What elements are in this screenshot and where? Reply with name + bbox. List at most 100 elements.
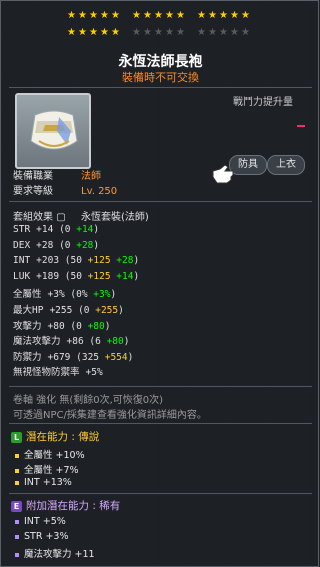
potential-line: 全屬性 +10% [15,447,85,461]
equip-type-button[interactable]: 上衣 [267,155,305,175]
epic-badge-icon: E [11,501,22,512]
stat-breakdown: (0 [78,305,96,316]
star-group: ★ ★ ★ ★ ★ [67,11,122,24]
stat-total: +80 [47,320,71,332]
stat-name: INT [13,255,31,267]
stat-total: +189 [36,270,65,282]
set-effect-label: 套組效果 ▢ [13,212,66,223]
star-icon: ★ [154,10,163,21]
star-icon: ★ [100,27,109,38]
stat-breakdown: (0 [59,224,77,235]
stat-row: 防禦力 +679 (325 +554) [13,349,133,363]
stat-breakdown: (325 [76,351,105,363]
divider [9,386,312,387]
item-name: 永恆法師長袍 [118,54,203,70]
stat-row: DEX +28 (0 +28) [13,240,99,251]
bullet-icon [15,519,19,524]
stat-bonus: +80 [87,320,105,332]
stat-total: +255 [49,305,79,316]
divider [9,493,312,494]
stat-name: 攻擊力 [13,320,42,332]
star-icon: ★ [219,27,228,38]
stat-bonus: +28 [76,239,94,251]
set-effect-row: 套組效果 ▢ 永恆套裝(法師) [13,208,149,223]
star-icon: ★ [241,27,250,38]
required-level-row: 要求等級 Lv. 250 [13,186,118,197]
stat-bonus: +255 [95,305,119,316]
stat-breakdown: ) [123,336,130,348]
star-icon: ★ [100,10,109,21]
combat-power-indicator [297,125,305,127]
hand-cursor-icon [212,164,234,184]
stat-row: 魔法攻擊力 +86 (6 +80) [13,333,129,347]
stat-breakdown: (0 [59,239,77,251]
set-effect-value: 永恆套裝(法師) [81,212,149,223]
star-group: ★ ★ ★ ★ ★ [67,28,122,41]
stat-name: STR [13,224,31,235]
divider [9,423,312,424]
star-icon: ★ [132,27,141,38]
item-icon [15,93,91,169]
potential-line: STR +3% [15,531,69,542]
stat-breakdown: ) [93,224,100,235]
potential-line: 全屬性 +7% [15,462,79,476]
stat-breakdown: (6 [89,336,107,348]
stat-bonus: +3% [93,289,111,301]
star-group: ★ ★ ★ ★ ★ [197,28,252,41]
potential-line: INT +5% [15,516,66,527]
bullet-icon [15,453,19,458]
stat-bonus: +14 [116,270,134,282]
star-icon: ★ [165,10,174,21]
stat-name: 魔法攻擊力 [13,336,61,348]
item-tooltip: ★ ★ ★ ★ ★ ★ ★ ★ ★ ★ ★ ★ ★ ★ ★ ★ ★ ★ ★ ★ ★ ★ ★ ★ ★ ★ ★ ★ ★ ★ 永恆法師長袍 裝… [0,0,319,567]
stat-row: STR +14 (0 +14) [13,224,99,235]
stat-bonus: +28 [116,255,134,267]
star-icon: ★ [230,27,239,38]
star-icon: ★ [78,10,87,21]
star-icon: ★ [176,10,185,21]
star-icon: ★ [154,27,163,38]
star-icon: ★ [67,27,76,38]
star-icon: ★ [176,27,185,38]
star-icon: ★ [219,10,228,21]
potential-text: 全屬性 +7% [24,465,79,476]
stat-name: LUK [13,270,31,282]
stat-breakdown: ) [110,289,117,301]
stat-name: 最大HP [13,305,44,316]
stat-breakdown: (50 [64,270,88,282]
stat-name: 無視怪物防禦率 [13,367,80,379]
stat-breakdown: (0 [70,320,88,332]
star-icon: ★ [241,10,250,21]
star-icon: ★ [132,10,141,21]
potential-text: STR +3% [24,531,69,542]
stat-breakdown: ) [118,305,124,316]
stat-total: +5% [85,367,103,379]
star-force-display: ★ ★ ★ ★ ★ ★ ★ ★ ★ ★ ★ ★ ★ ★ ★ ★ ★ ★ ★ ★ ★ ★ ★ ★ ★ ★ ★ ★ ★ ★ [67,11,267,45]
star-row-1: ★ ★ ★ ★ ★ ★ ★ ★ ★ ★ ★ ★ ★ ★ ★ [67,11,267,24]
potential-line: INT +13% [15,477,72,488]
star-icon: ★ [230,10,239,21]
star-icon: ★ [165,27,174,38]
bullet-icon [15,468,19,473]
tradeability-notice: 裝備時不可交換 [122,71,199,84]
divider [9,87,312,88]
star-icon: ★ [89,27,98,38]
stat-total: +203 [36,255,65,267]
stat-total: +14 [36,224,60,235]
robe-icon [30,110,78,150]
bonus-potential-header: E 附加潛在能力 : 稀有 [11,498,120,513]
stat-row: 全屬性 +3% (0% +3%) [13,286,116,300]
stat-row: LUK +189 (50 +125 +14) [13,271,139,282]
stat-row: 無視怪物防禦率 +5% [13,364,103,378]
stat-breakdown: ) [127,351,134,363]
star-icon: ★ [143,10,152,21]
star-icon: ★ [89,10,98,21]
combat-power-label: 戰鬥力提升量 [233,97,293,108]
potential-line: 魔法攻擊力 +11 [15,546,95,560]
stat-bonus: +125 [87,255,111,267]
divider [9,201,312,202]
stat-bonus: +80 [106,336,124,348]
stat-total: +28 [36,239,60,251]
star-icon: ★ [208,10,217,21]
star-icon: ★ [208,27,217,38]
